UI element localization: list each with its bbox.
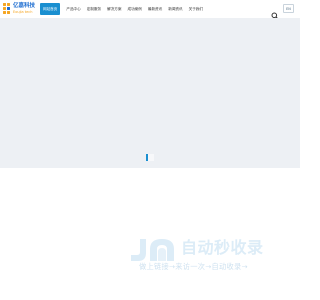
nav-item-cases[interactable]: 成功案例 (125, 3, 145, 15)
page: 亿嘉科技 Eoujia tech 网站首页 产品中心 定制服务 解决方案 成功案… (0, 0, 300, 300)
watermark-title: 自动秒收录 (181, 238, 264, 257)
logo-name-en: Eoujia tech (13, 9, 33, 14)
nav-item-latest-news[interactable]: 最新资讯 (145, 3, 165, 15)
logo-mark-icon (3, 3, 12, 14)
watermark-logo-icon (131, 239, 174, 261)
watermark: 自动秒收录 做上链接→来访一次→自动收录→ (128, 235, 288, 280)
loading-indicator-track (148, 154, 154, 161)
nav-item-about[interactable]: 关于我们 (186, 3, 206, 15)
hero-banner (0, 18, 300, 168)
nav-item-custom-service[interactable]: 定制服务 (84, 3, 104, 15)
nav-item-solutions[interactable]: 解决方案 (104, 3, 124, 15)
nav-item-news[interactable]: 新闻资讯 (165, 3, 185, 15)
watermark-subtitle: 做上链接→来访一次→自动收录→ (139, 262, 248, 271)
nav-item-home[interactable]: 网站首页 (40, 3, 61, 15)
nav-item-products[interactable]: 产品中心 (63, 3, 83, 15)
language-switch-button[interactable]: EN (283, 4, 294, 13)
main-nav: 网站首页 产品中心 定制服务 解决方案 成功案例 最新资讯 新闻资讯 关于我们 (40, 3, 206, 15)
logo-name-cn: 亿嘉科技 (13, 3, 36, 9)
site-header: 亿嘉科技 Eoujia tech 网站首页 产品中心 定制服务 解决方案 成功案… (0, 0, 300, 20)
search-icon[interactable] (271, 5, 279, 20)
site-logo[interactable]: 亿嘉科技 Eoujia tech (3, 3, 36, 15)
